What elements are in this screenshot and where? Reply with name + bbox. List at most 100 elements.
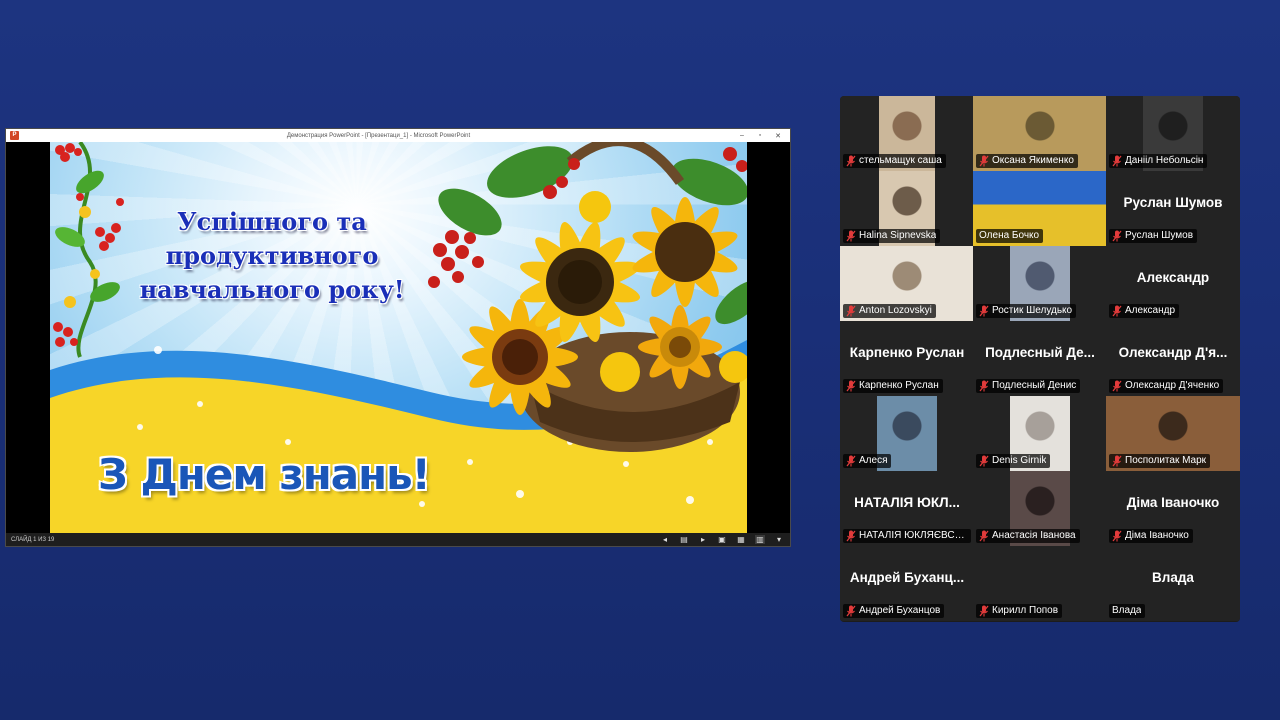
slide-sorter-icon[interactable]: ▦ xyxy=(736,535,746,544)
participant-name-tag: Halina Sipnevska xyxy=(843,229,941,243)
muted-mic-icon xyxy=(1112,305,1122,317)
participant-name-tag: Кирилл Попов xyxy=(976,604,1063,618)
slide-headline: Успішного та продуктивного навчального р… xyxy=(112,205,432,307)
participant-tile[interactable]: Олена Бочко xyxy=(973,171,1107,246)
sunflower-small xyxy=(638,305,722,389)
ppt-titlebar: P Демонстрация PowerPoint - [Презентаци_… xyxy=(6,129,790,142)
participant-name-tag: Алеся xyxy=(843,454,892,468)
participant-name-tag: Оксана Якименко xyxy=(976,154,1078,168)
participant-tile[interactable]: Кирилл Попов xyxy=(973,546,1107,621)
participant-name-tag: Руслан Шумов xyxy=(1109,229,1198,243)
participant-display-name: Влада xyxy=(1152,570,1194,585)
participant-tile[interactable]: Посполитак Марк xyxy=(1106,396,1240,471)
ppt-statusbar: СЛАЙД 1 ИЗ 19 ◂ ▤ ▸ ▣ ▦ ▥ ▾ xyxy=(6,533,790,546)
participant-tile[interactable]: Анастасія Іванова xyxy=(973,471,1107,546)
participant-name: Андрей Буханцов xyxy=(859,605,941,616)
participant-name-tag: Діма Іваночко xyxy=(1109,529,1193,543)
participant-name: Кирилл Попов xyxy=(992,605,1059,616)
participant-tile[interactable]: Данііл Небольсін xyxy=(1106,96,1240,171)
participant-name: Anton Lozovskyi xyxy=(859,305,932,316)
powerpoint-app-icon[interactable]: P xyxy=(10,131,19,140)
muted-mic-icon xyxy=(846,230,856,242)
participant-display-name: НАТАЛІЯ ЮКЛ... xyxy=(854,495,960,510)
participant-tile[interactable]: Подлесный Де... Подлесный Денис xyxy=(973,321,1107,396)
participant-name: Анастасія Іванова xyxy=(992,530,1076,541)
slide-greeting: З Днем знань! xyxy=(98,450,431,499)
muted-mic-icon xyxy=(1112,230,1122,242)
participant-name: Влада xyxy=(1112,605,1142,616)
maximize-icon[interactable]: ▫ xyxy=(756,132,764,140)
participant-tile[interactable]: Halina Sipnevska xyxy=(840,171,974,246)
headline-line-3: навчального року! xyxy=(139,275,405,304)
participant-tile[interactable]: Карпенко Руслан Карпенко Руслан xyxy=(840,321,974,396)
headline-line-2: продуктивного xyxy=(165,241,379,270)
participant-name: Данііл Небольсін xyxy=(1125,155,1204,166)
participant-name-tag: Анастасія Іванова xyxy=(976,529,1080,543)
participant-tile[interactable]: НАТАЛІЯ ЮКЛ... НАТАЛІЯ ЮКЛЯЄВСЬК... xyxy=(840,471,974,546)
participant-tile[interactable]: Anton Lozovskyi xyxy=(840,246,974,321)
participant-tile[interactable]: Алеся xyxy=(840,396,974,471)
participant-name: Denis Girnik xyxy=(992,455,1047,466)
participant-name: Оксана Якименко xyxy=(992,155,1074,166)
participant-name-tag: Посполитак Марк xyxy=(1109,454,1211,468)
participant-tile[interactable]: стельмащук саша xyxy=(840,96,974,171)
participant-display-name: Подлесный Де... xyxy=(985,345,1095,360)
participant-name-tag: Карпенко Руслан xyxy=(843,379,943,393)
slide-menu-icon[interactable]: ▤ xyxy=(679,535,689,544)
participant-name: НАТАЛІЯ ЮКЛЯЄВСЬК... xyxy=(859,530,967,541)
participant-name: стельмащук саша xyxy=(859,155,942,166)
ppt-window-title: Демонстрация PowerPoint - [Презентаци_1]… xyxy=(286,132,471,139)
slideshow-view-icon[interactable]: ▥ xyxy=(755,535,765,544)
minimize-icon[interactable]: – xyxy=(738,132,746,140)
participant-tile[interactable]: Діма Іваночко Діма Іваночко xyxy=(1106,471,1240,546)
participant-gallery: стельмащук саша Оксана Якименко Данііл Неб… xyxy=(840,96,1240,622)
participant-name-tag: Denis Girnik xyxy=(976,454,1051,468)
muted-mic-icon xyxy=(1112,530,1122,542)
participant-name: Олександр Д'яченко xyxy=(1125,380,1220,391)
participant-display-name: Руслан Шумов xyxy=(1123,195,1223,210)
previous-slide-icon[interactable]: ◂ xyxy=(660,535,670,544)
participant-tile[interactable]: Руслан Шумов Руслан Шумов xyxy=(1106,171,1240,246)
muted-mic-icon xyxy=(979,530,989,542)
muted-mic-icon xyxy=(1112,380,1122,392)
presentation-slide[interactable]: Успішного та продуктивного навчального р… xyxy=(50,142,747,534)
powerpoint-window: P Демонстрация PowerPoint - [Презентаци_… xyxy=(5,128,791,547)
muted-mic-icon xyxy=(979,305,989,317)
next-slide-icon[interactable]: ▸ xyxy=(698,535,708,544)
participant-tile[interactable]: Андрей Буханц... Андрей Буханцов xyxy=(840,546,974,621)
participant-tile[interactable]: Ростик Шелудько xyxy=(973,246,1107,321)
participant-name-tag: Олена Бочко xyxy=(976,229,1044,243)
zoom-menu-icon[interactable]: ▾ xyxy=(774,535,784,544)
participant-tile[interactable]: Оксана Якименко xyxy=(973,96,1107,171)
normal-view-icon[interactable]: ▣ xyxy=(717,535,727,544)
participant-name: Ростик Шелудько xyxy=(992,305,1073,316)
participant-name: Halina Sipnevska xyxy=(859,230,937,241)
participant-name-tag: Андрей Буханцов xyxy=(843,604,945,618)
participant-name: Посполитак Марк xyxy=(1125,455,1207,466)
participant-tile[interactable]: Александр Александр xyxy=(1106,246,1240,321)
close-icon[interactable]: ✕ xyxy=(774,132,782,140)
participant-name-tag: Данііл Небольсін xyxy=(1109,154,1208,168)
muted-mic-icon xyxy=(846,605,856,617)
participant-name-tag: Ростик Шелудько xyxy=(976,304,1077,318)
muted-mic-icon xyxy=(979,455,989,467)
participant-name: Карпенко Руслан xyxy=(859,380,939,391)
participant-display-name: Андрей Буханц... xyxy=(849,570,965,585)
participant-name: Подлесный Денис xyxy=(992,380,1077,391)
muted-mic-icon xyxy=(846,155,856,167)
participant-tile[interactable]: Denis Girnik xyxy=(973,396,1107,471)
muted-mic-icon xyxy=(1112,455,1122,467)
participant-name: Руслан Шумов xyxy=(1125,230,1194,241)
participant-tile[interactable]: Влада Влада xyxy=(1106,546,1240,621)
sunflower-right xyxy=(632,197,738,307)
participant-tile[interactable]: Олександр Д'я... Олександр Д'яченко xyxy=(1106,321,1240,396)
participant-display-name: Діма Іваночко xyxy=(1126,495,1220,510)
muted-mic-icon xyxy=(846,530,856,542)
participant-name: Діма Іваночко xyxy=(1125,530,1189,541)
participant-name-tag: Влада xyxy=(1109,604,1146,618)
muted-mic-icon xyxy=(846,380,856,392)
slide-counter: СЛАЙД 1 ИЗ 19 xyxy=(11,536,55,543)
muted-mic-icon xyxy=(979,605,989,617)
participant-name: Олена Бочко xyxy=(979,230,1040,241)
muted-mic-icon xyxy=(1112,155,1122,167)
